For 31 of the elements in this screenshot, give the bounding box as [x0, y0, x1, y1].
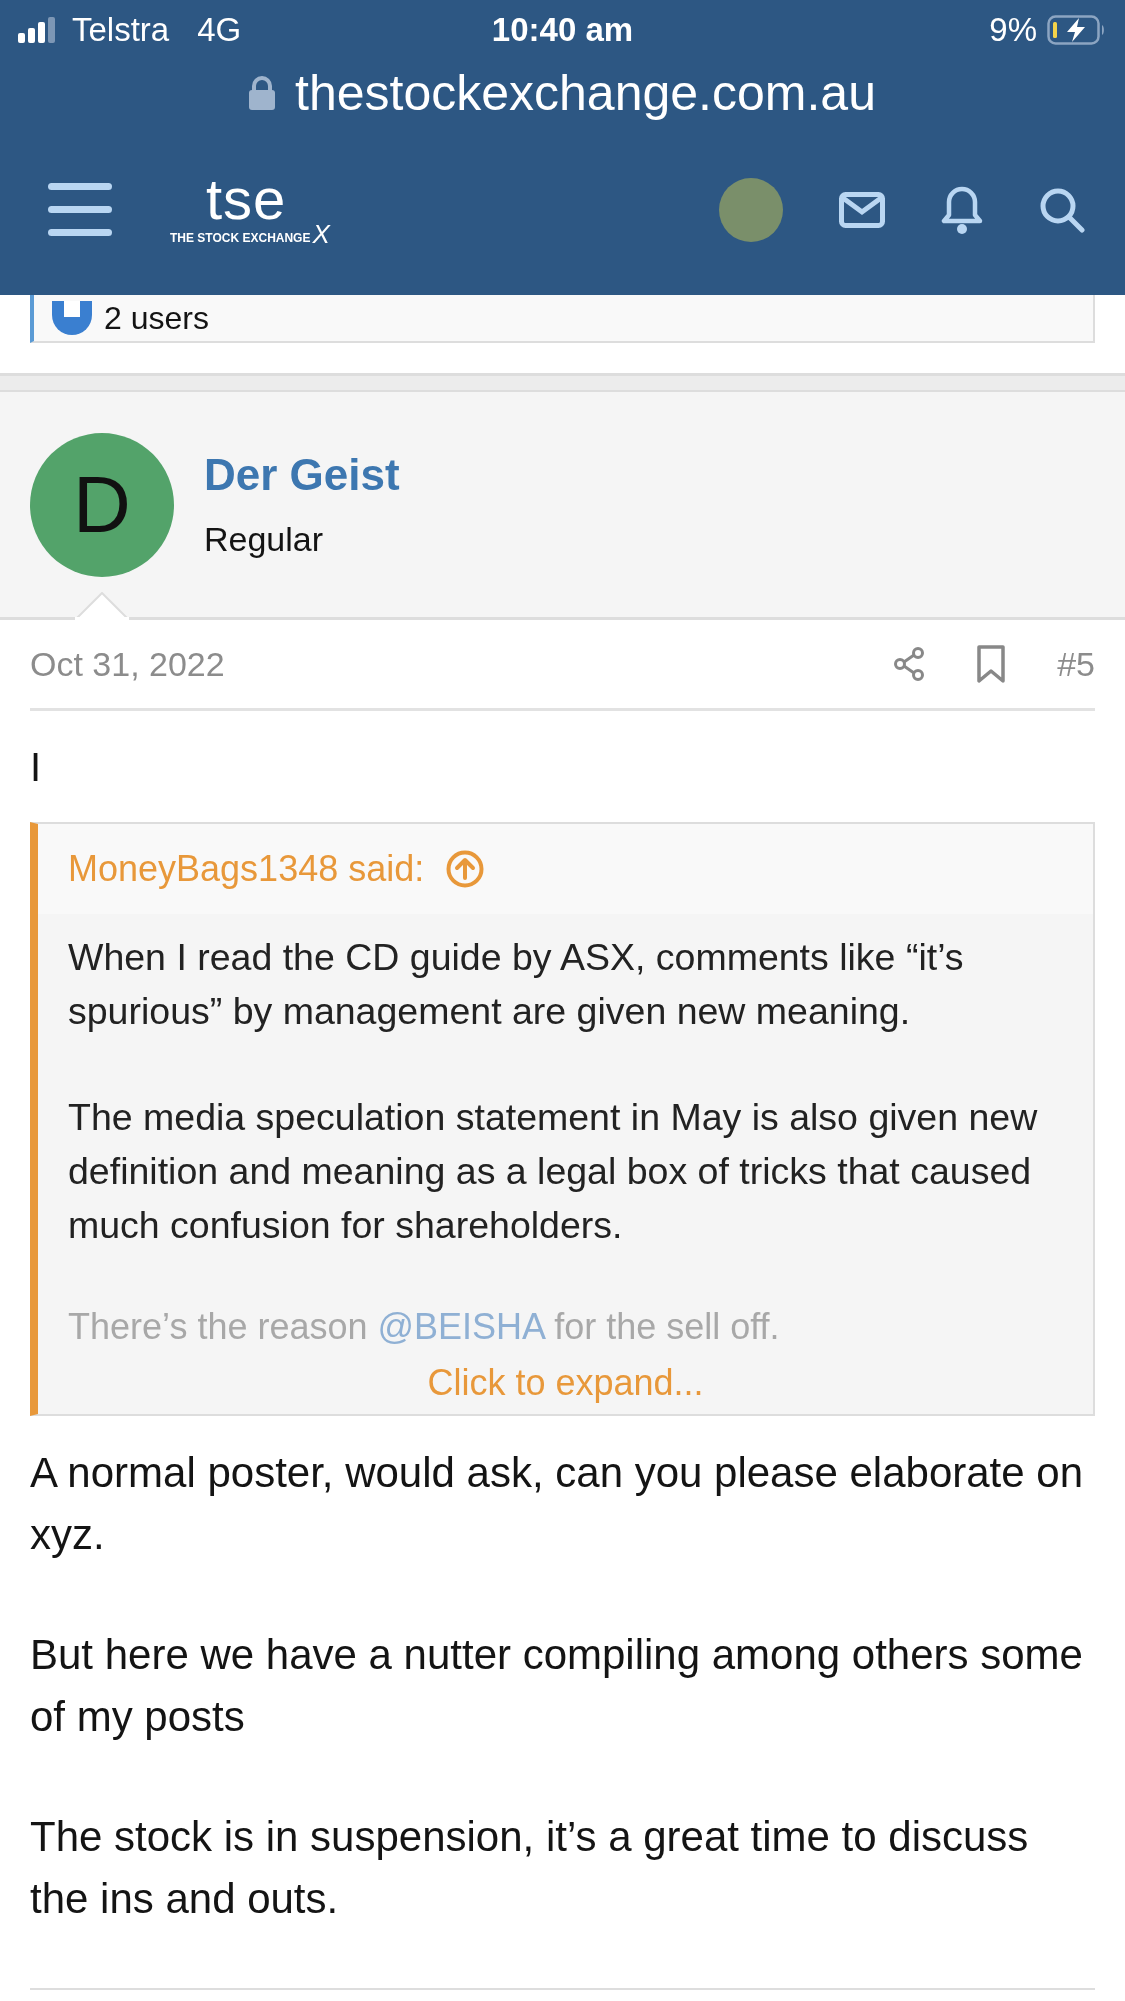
battery-charging-icon [1047, 15, 1107, 45]
quote-text: When I read the CD guide by ASX, comments like “it’s spurious” by management are given new meaning. [68, 935, 965, 1034]
post-date[interactable]: Oct 31, 2022 [30, 644, 842, 684]
bookmark-icon[interactable] [977, 645, 1006, 683]
author-role: Regular [204, 520, 325, 559]
signal-icon [18, 17, 58, 43]
logo-subtitle: THE STOCK EXCHANGE [170, 231, 311, 245]
post-number[interactable]: #5 [1057, 644, 1095, 684]
search-icon[interactable] [1039, 187, 1085, 233]
post-text: A normal poster, would ask, can you please elaborate on xyz. [30, 1448, 1084, 1560]
post-text: But here we have a nutter compiling among others some of my posts [30, 1630, 1084, 1742]
logo-mark: X [312, 223, 330, 245]
network-type: 4G [197, 11, 242, 49]
lock-icon [249, 75, 276, 110]
battery-percent: 9% [989, 11, 1037, 49]
quote-text: The media speculation statement in May is also given new definition and meaning as a legal box of tricks that caused much confusion for shareholders. [68, 1095, 1039, 1248]
share-icon[interactable] [893, 647, 926, 681]
author-name[interactable]: Der Geist [204, 450, 400, 500]
logo-text[interactable]: tse [206, 175, 719, 223]
bell-icon[interactable] [941, 185, 983, 235]
mail-icon[interactable] [839, 192, 885, 228]
post-text: The stock is in suspension, it’s a great time to discuss the ins and outs. [30, 1812, 1030, 1924]
carrier-name: Telstra [72, 11, 170, 49]
quote-author[interactable]: MoneyBags1348 said: [68, 848, 425, 890]
menu-icon[interactable] [48, 183, 112, 237]
reaction-count[interactable]: 2 users [104, 299, 209, 337]
faded-quote-text: There’s the reason @BEISHA for the sell off. [68, 1305, 780, 1349]
url-text[interactable]: thestockexchange.com.au [295, 63, 876, 122]
post-text: I [30, 745, 43, 790]
author-avatar[interactable]: D [30, 432, 174, 577]
clock-time: 10:40 am [491, 11, 634, 48]
